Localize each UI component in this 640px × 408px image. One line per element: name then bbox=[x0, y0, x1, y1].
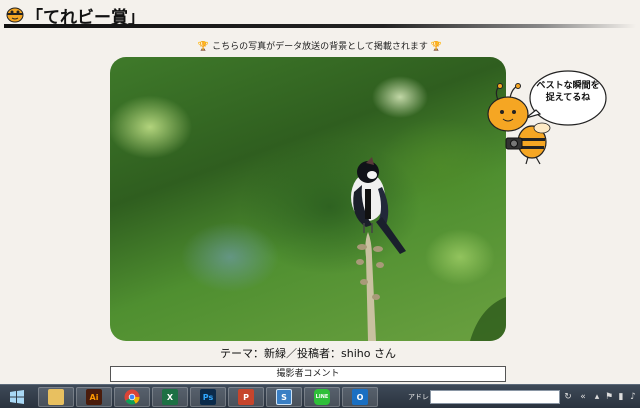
header-divider bbox=[4, 24, 636, 28]
speech-line-1: ベストな瞬間を bbox=[536, 81, 600, 91]
volume-icon[interactable]: ♪ bbox=[628, 391, 638, 402]
illustrator-icon: Ai bbox=[86, 389, 102, 405]
taskbar-photoshop[interactable]: Ps bbox=[190, 387, 226, 407]
taskbar-powerpoint[interactable]: P bbox=[228, 387, 264, 407]
taskbar-chrome[interactable] bbox=[114, 387, 150, 407]
folder-icon bbox=[48, 389, 64, 405]
taskbar-file-explorer[interactable] bbox=[38, 387, 74, 407]
mascot-speech-bubble: ベストな瞬間を 捉えてるね bbox=[533, 80, 603, 104]
chevron-left-icon[interactable]: « bbox=[578, 391, 588, 402]
taskbar-outlook[interactable]: O bbox=[342, 387, 378, 407]
chrome-icon bbox=[124, 389, 140, 405]
s-app-icon: S bbox=[276, 389, 292, 405]
background-notice-text: こちらの写真がデータ放送の背景として掲載されます bbox=[212, 42, 428, 52]
address-bar-input[interactable] bbox=[430, 390, 560, 404]
header: 「てれビー賞」 bbox=[0, 0, 640, 30]
windows-logo-icon bbox=[10, 390, 24, 404]
trophy-icon: 🏆 bbox=[430, 42, 443, 52]
start-button[interactable] bbox=[2, 387, 32, 407]
award-photo bbox=[110, 57, 506, 341]
network-icon[interactable]: ▮ bbox=[616, 391, 626, 402]
photoshop-icon: Ps bbox=[200, 389, 216, 405]
photographer-comment-header: 撮影者コメント bbox=[110, 366, 506, 382]
taskbar-app-s[interactable]: S bbox=[266, 387, 302, 407]
taskbar-illustrator[interactable]: Ai bbox=[76, 387, 112, 407]
taskbar-line[interactable]: LINE bbox=[304, 387, 340, 407]
flag-icon[interactable]: ⚑ bbox=[604, 391, 614, 402]
bee-logo-icon bbox=[6, 7, 24, 23]
speech-line-2: 捉えてるね bbox=[545, 93, 591, 103]
background-notice: 🏆 こちらの写真がデータ放送の背景として掲載されます 🏆 bbox=[0, 39, 640, 52]
windows-taskbar: Ai X Ps P S LINE O アドレス ↻ « ▴ ⚑ ▮ ♪ bbox=[0, 384, 640, 408]
excel-icon: X bbox=[162, 389, 178, 405]
chevron-up-icon[interactable]: ▴ bbox=[592, 391, 602, 402]
trophy-icon: 🏆 bbox=[197, 42, 210, 52]
bee-mascot-illustration bbox=[487, 70, 607, 165]
outlook-icon: O bbox=[352, 389, 368, 405]
photo-theme-caption: テーマ：新緑／投稿者：shiho さん bbox=[220, 347, 396, 360]
powerpoint-icon: P bbox=[238, 389, 254, 405]
line-icon: LINE bbox=[314, 389, 330, 405]
taskbar-excel[interactable]: X bbox=[152, 387, 188, 407]
bird-on-branch-illustration bbox=[351, 157, 506, 341]
address-go-icon[interactable]: ↻ bbox=[563, 391, 573, 402]
